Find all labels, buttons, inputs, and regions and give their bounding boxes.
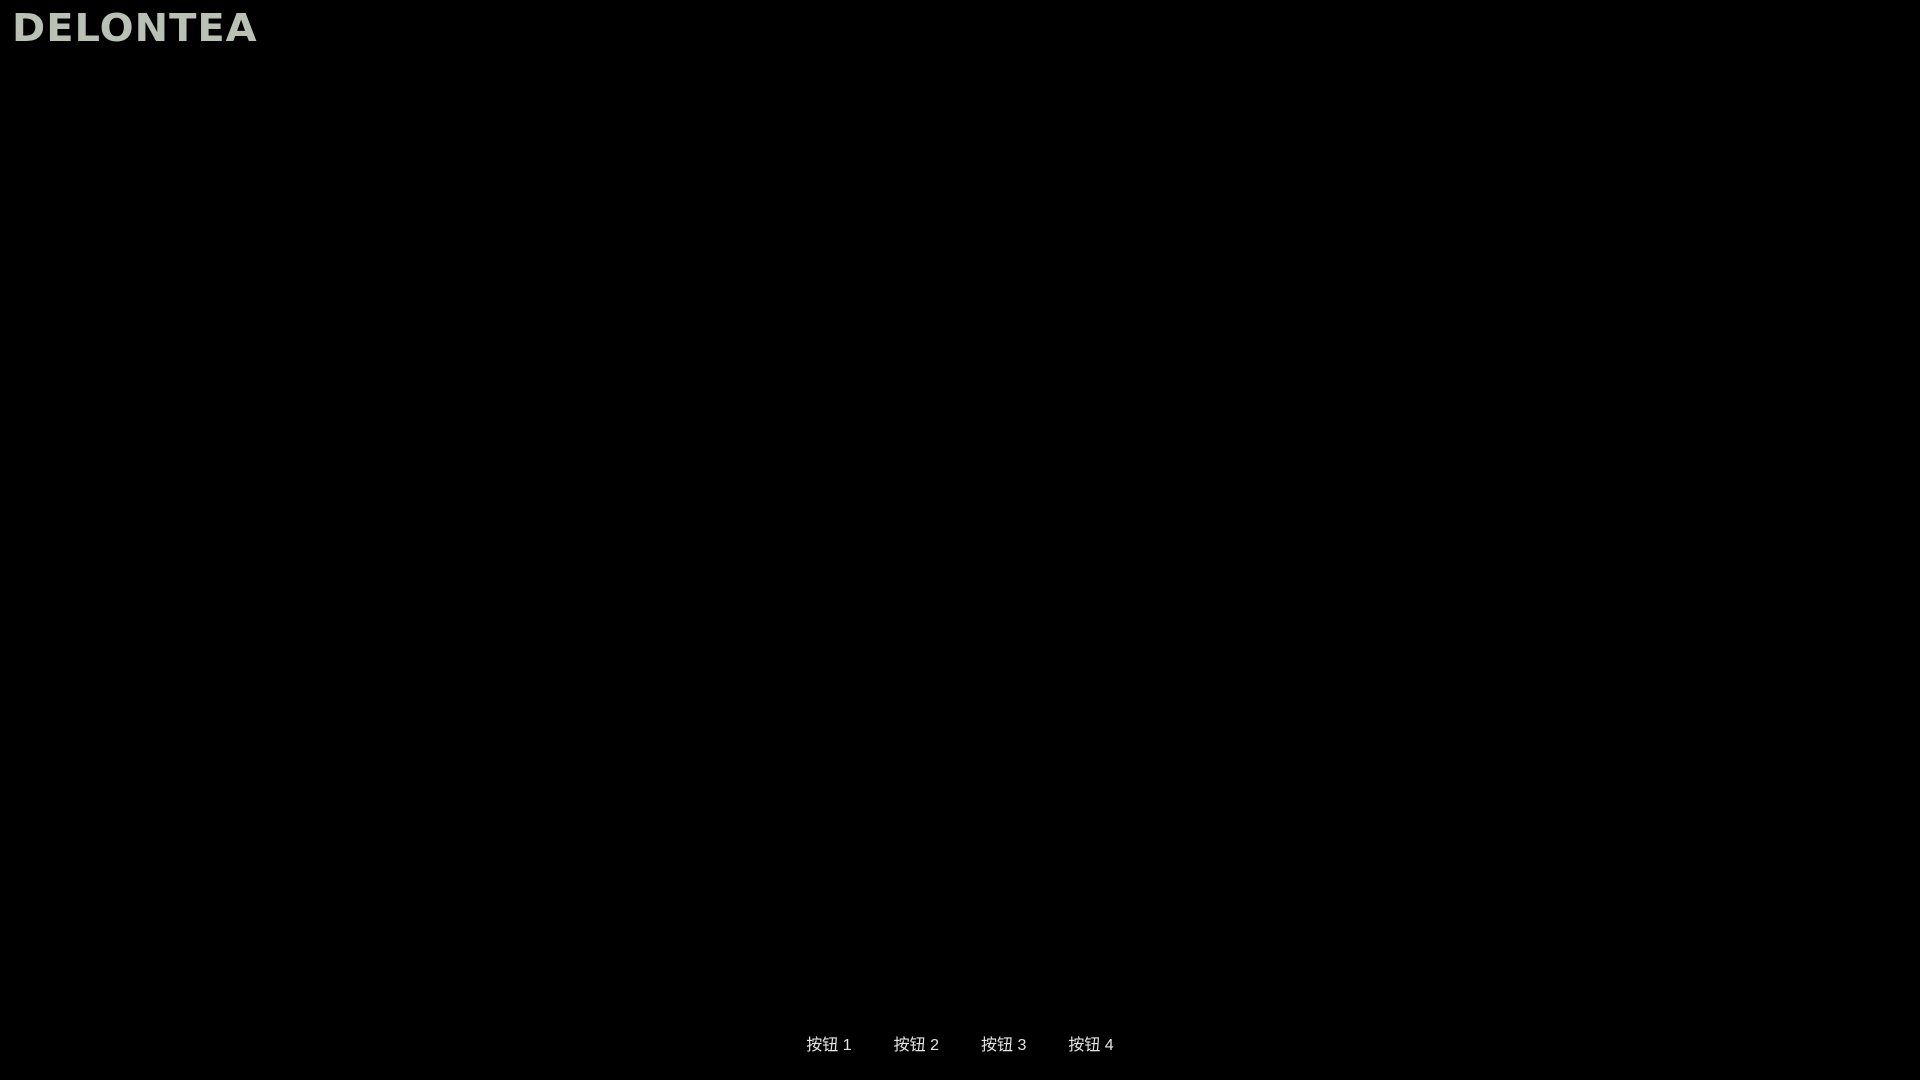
page: DELONTEA 按钮 1 按钮 2 按钮 3 按钮 4 — [0, 0, 1920, 1080]
bottom-nav: 按钮 1 按钮 2 按钮 3 按钮 4 — [0, 1028, 1920, 1058]
nav-button-1[interactable]: 按钮 1 — [806, 1027, 851, 1059]
brand-logo[interactable]: DELONTEA — [12, 6, 258, 52]
nav-button-4[interactable]: 按钮 4 — [1068, 1027, 1113, 1059]
nav-button-2[interactable]: 按钮 2 — [894, 1027, 939, 1059]
nav-button-3[interactable]: 按钮 3 — [981, 1027, 1026, 1059]
